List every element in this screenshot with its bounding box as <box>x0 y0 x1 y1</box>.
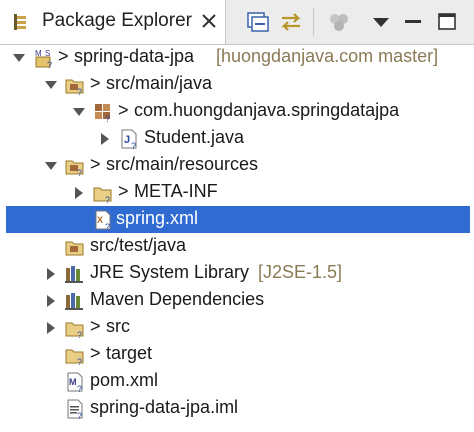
library-icon <box>65 266 83 283</box>
svg-text:?: ? <box>105 222 110 231</box>
tab-package-explorer[interactable]: Package Explorer <box>0 0 226 44</box>
dirty-marker: > <box>58 46 69 66</box>
expanded-chevron-icon[interactable] <box>12 51 26 65</box>
tree-item-src[interactable]: ? > src <box>0 314 474 341</box>
tree-item-maven-dependencies[interactable]: Maven Dependencies <box>0 287 474 314</box>
collapsed-chevron-icon[interactable] <box>44 267 58 281</box>
tree-item-label: target <box>106 343 153 363</box>
toolbar-separator <box>313 8 314 36</box>
link-with-editor-icon[interactable] <box>278 10 304 34</box>
folder-icon: ? <box>65 349 84 366</box>
view-title: Package Explorer <box>42 10 192 31</box>
tree-item-label: src/main/java <box>106 73 213 93</box>
minimize-icon[interactable] <box>400 10 426 34</box>
svg-text:?: ? <box>77 87 82 96</box>
project-name: spring-data-jpa <box>74 46 195 66</box>
package-explorer-icon <box>14 14 26 30</box>
dirty-marker: > <box>90 154 101 174</box>
tree-item-label: src/main/resources <box>106 154 259 174</box>
collapsed-chevron-icon[interactable] <box>44 321 58 335</box>
svg-text:J: J <box>124 134 130 146</box>
tree-item-spring-xml[interactable]: X ? spring.xml <box>6 206 470 233</box>
tree-item-label: spring-data-jpa.iml <box>90 397 239 417</box>
source-folder-icon <box>65 241 84 256</box>
svg-text:?: ? <box>77 168 82 177</box>
jre-decoration: [J2SE-1.5] <box>258 262 343 282</box>
tree-item-src-main-java[interactable]: ? > src/main/java <box>0 71 474 98</box>
svg-text:?: ? <box>47 60 52 69</box>
tree-item-label: spring.xml <box>116 208 199 228</box>
tree-item-label: JRE System Library <box>90 262 250 282</box>
svg-text:?: ? <box>77 384 82 393</box>
java-file-icon: J ? <box>121 129 137 150</box>
svg-text:X: X <box>97 215 103 225</box>
tree-item-student-java[interactable]: J ? Student.java <box>0 125 474 152</box>
text-file-icon: ? <box>67 399 83 420</box>
tree-item-iml[interactable]: ? spring-data-jpa.iml <box>0 395 474 422</box>
source-folder-icon: ? <box>65 160 84 177</box>
tree-item-package[interactable]: ? > com.huongdanjava.springdatajpa <box>0 98 474 125</box>
tree-item-label: com.huongdanjava.springdatajpa <box>134 100 400 120</box>
expanded-chevron-icon[interactable] <box>72 105 86 119</box>
collapsed-chevron-icon[interactable] <box>72 186 86 200</box>
svg-text:?: ? <box>77 411 82 420</box>
tree-item-label: src/test/java <box>90 235 187 255</box>
svg-text:?: ? <box>105 195 110 204</box>
view-titlebar: Package Explorer <box>0 0 474 45</box>
library-icon <box>65 293 83 310</box>
expanded-chevron-icon[interactable] <box>44 78 58 92</box>
tree-item-src-test-java[interactable]: src/test/java <box>0 233 474 260</box>
expanded-chevron-icon[interactable] <box>44 159 58 173</box>
dirty-marker: > <box>90 316 101 336</box>
dirty-marker: > <box>90 343 101 363</box>
tree-item-target[interactable]: ? > target <box>0 341 474 368</box>
close-icon[interactable] <box>200 12 218 30</box>
maximize-icon[interactable] <box>434 10 460 34</box>
collapsed-chevron-icon[interactable] <box>44 294 58 308</box>
tree-item-label: src <box>106 316 130 336</box>
dirty-marker: > <box>118 181 129 201</box>
svg-text:?: ? <box>105 114 110 123</box>
tree-item-meta-inf[interactable]: ? > META-INF <box>0 179 474 206</box>
svg-text:?: ? <box>131 141 136 150</box>
collapse-all-icon[interactable] <box>245 10 271 34</box>
folder-icon: ? <box>65 322 84 339</box>
maven-pom-icon: M ? <box>67 372 83 393</box>
tree-item-jre-library[interactable]: JRE System Library [J2SE-1.5] <box>0 260 474 287</box>
package-icon: ? <box>95 104 110 123</box>
collapsed-chevron-icon[interactable] <box>98 132 112 146</box>
tree-item-label: Student.java <box>144 127 245 147</box>
folder-icon: ? <box>93 187 112 204</box>
dirty-marker: > <box>118 100 129 120</box>
svg-text:M: M <box>35 49 42 58</box>
tree-item-pom-xml[interactable]: M ? pom.xml <box>0 368 474 395</box>
tree-item-project[interactable]: M S ? > spring-data-jpa [huongdanjava.co… <box>0 44 474 71</box>
tree-item-label: META-INF <box>134 181 218 201</box>
focus-icon[interactable] <box>326 10 352 34</box>
dirty-marker: > <box>90 73 101 93</box>
xml-file-icon: X ? <box>95 210 111 231</box>
svg-text:S: S <box>45 49 50 58</box>
svg-text:M: M <box>69 377 77 387</box>
maven-project-icon: M S ? <box>35 49 52 69</box>
view-menu-icon[interactable] <box>368 10 394 34</box>
project-decoration: [huongdanjava.com master] <box>216 46 439 66</box>
source-folder-icon: ? <box>65 79 84 96</box>
tree-item-label: Maven Dependencies <box>90 289 265 309</box>
svg-text:?: ? <box>77 357 82 366</box>
tree-item-label: pom.xml <box>90 370 159 390</box>
svg-text:?: ? <box>77 330 82 339</box>
tree-item-src-main-resources[interactable]: ? > src/main/resources <box>0 152 474 179</box>
